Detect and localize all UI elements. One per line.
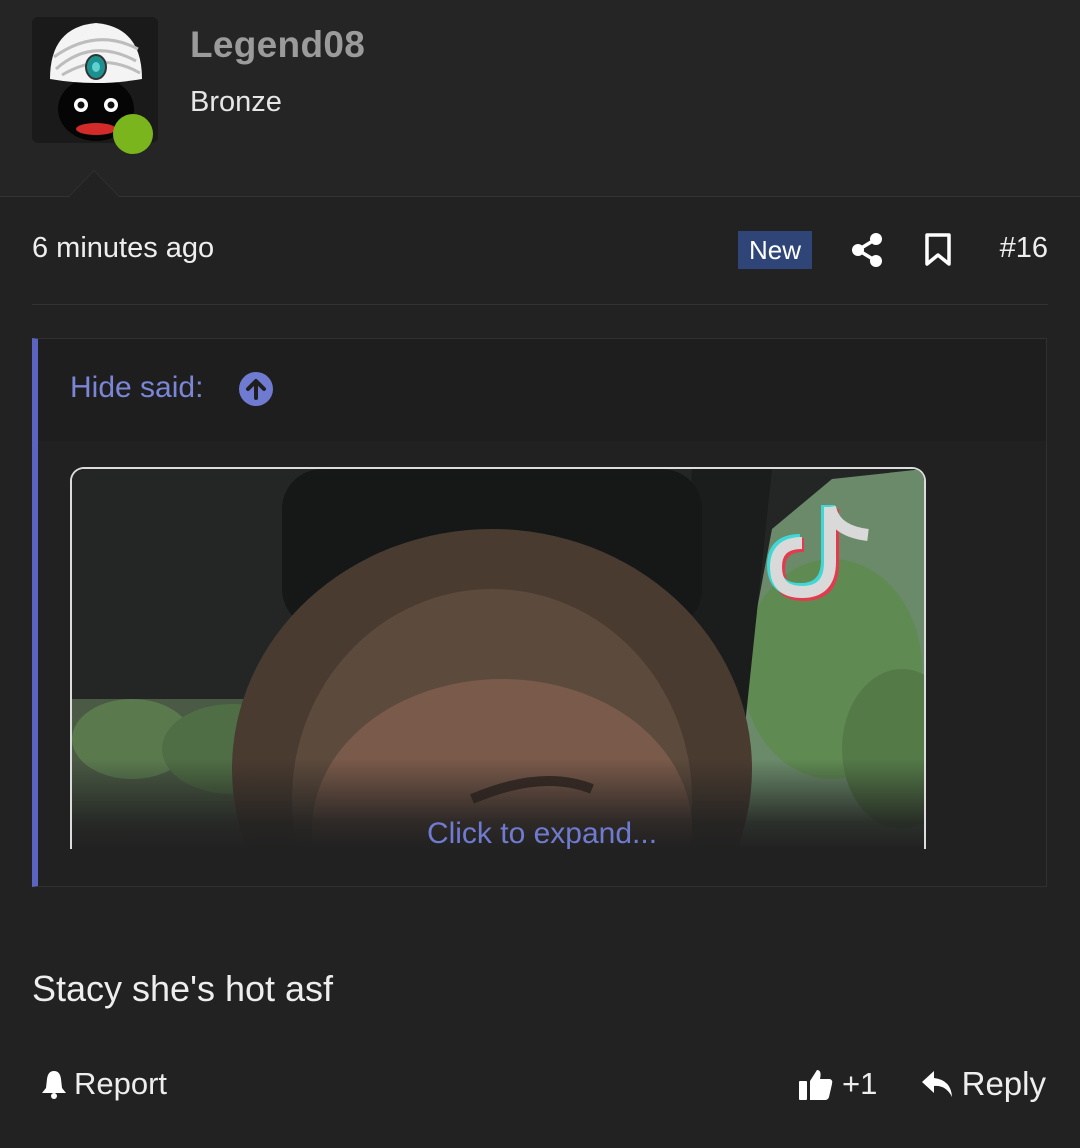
username[interactable]: Legend08 — [190, 24, 365, 66]
user-header: Legend08 Bronze — [0, 0, 1080, 197]
quote-header: Hide said: — [38, 339, 1046, 441]
arrow-up-circle-icon[interactable] — [238, 371, 274, 412]
reply-arrow-icon — [921, 1071, 952, 1097]
reply-button[interactable]: Reply — [920, 1064, 1046, 1104]
post-number[interactable]: #16 — [1000, 232, 1048, 265]
avatar[interactable] — [32, 17, 158, 154]
post-message: Stacy she's hot asf — [32, 968, 334, 1009]
like-count: +1 — [842, 1066, 878, 1101]
online-status-icon — [113, 114, 153, 154]
post-timestamp[interactable]: 6 minutes ago — [32, 232, 214, 265]
post-meta: 6 minutes ago New #16 — [32, 222, 1048, 278]
click-to-expand[interactable]: Click to expand... — [38, 817, 1046, 851]
bell-icon — [42, 1071, 66, 1099]
header-pointer — [68, 170, 120, 197]
user-title: Bronze — [190, 86, 282, 118]
report-button[interactable]: Report — [38, 1064, 167, 1104]
quote-author[interactable]: Hide said: — [70, 371, 203, 405]
embedded-video[interactable] — [70, 467, 926, 849]
bookmark-icon[interactable] — [924, 232, 952, 273]
new-badge: New — [738, 231, 813, 269]
thumbs-up-icon — [799, 1070, 833, 1100]
divider — [32, 304, 1048, 305]
share-icon[interactable] — [850, 232, 884, 273]
like-button[interactable]: +1 — [798, 1064, 877, 1104]
quote-block: Hide said: Click to expand... — [32, 338, 1047, 887]
reply-label: Reply — [961, 1065, 1046, 1102]
report-label: Report — [74, 1066, 168, 1101]
